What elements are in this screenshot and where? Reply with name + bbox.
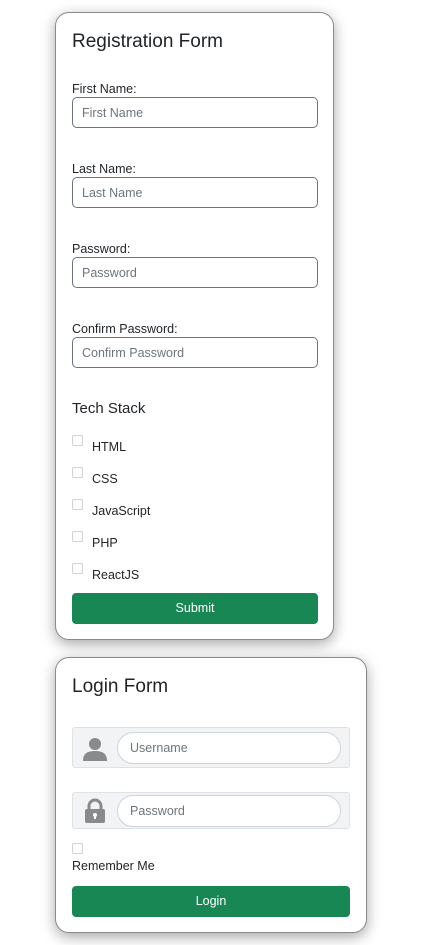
- password-input[interactable]: [72, 257, 318, 288]
- remember-me-checkbox[interactable]: [72, 843, 83, 854]
- login-button[interactable]: Login: [72, 886, 350, 917]
- password-input-group: [72, 792, 350, 829]
- login-form-card: Login Form Remember Me Login: [55, 657, 367, 933]
- lock-icon: [82, 798, 108, 824]
- user-icon: [82, 736, 108, 762]
- first-name-input[interactable]: [72, 97, 318, 128]
- password-label: Password:: [72, 242, 131, 256]
- registration-form-title: Registration Form: [72, 31, 223, 52]
- html-label: HTML: [92, 440, 127, 454]
- css-checkbox[interactable]: [72, 467, 83, 478]
- first-name-label: First Name:: [72, 82, 137, 96]
- tech-stack-title: Tech Stack: [72, 400, 146, 417]
- last-name-input[interactable]: [72, 177, 318, 208]
- last-name-label: Last Name:: [72, 162, 136, 176]
- login-password-input[interactable]: [117, 795, 341, 827]
- username-input[interactable]: [117, 732, 341, 764]
- javascript-checkbox[interactable]: [72, 499, 83, 510]
- remember-me-label: Remember Me: [72, 859, 155, 873]
- confirm-password-input[interactable]: [72, 337, 318, 368]
- css-label: CSS: [92, 472, 118, 486]
- reactjs-label: ReactJS: [92, 568, 140, 582]
- confirm-password-label: Confirm Password:: [72, 322, 178, 336]
- registration-form-card: Registration Form First Name: Last Name:…: [55, 12, 334, 640]
- javascript-label: JavaScript: [92, 504, 151, 518]
- login-form-title: Login Form: [72, 676, 169, 697]
- submit-button[interactable]: Submit: [72, 593, 318, 624]
- reactjs-checkbox[interactable]: [72, 563, 83, 574]
- php-label: PHP: [92, 536, 118, 550]
- php-checkbox[interactable]: [72, 531, 83, 542]
- html-checkbox[interactable]: [72, 435, 83, 446]
- username-input-group: [72, 727, 350, 768]
